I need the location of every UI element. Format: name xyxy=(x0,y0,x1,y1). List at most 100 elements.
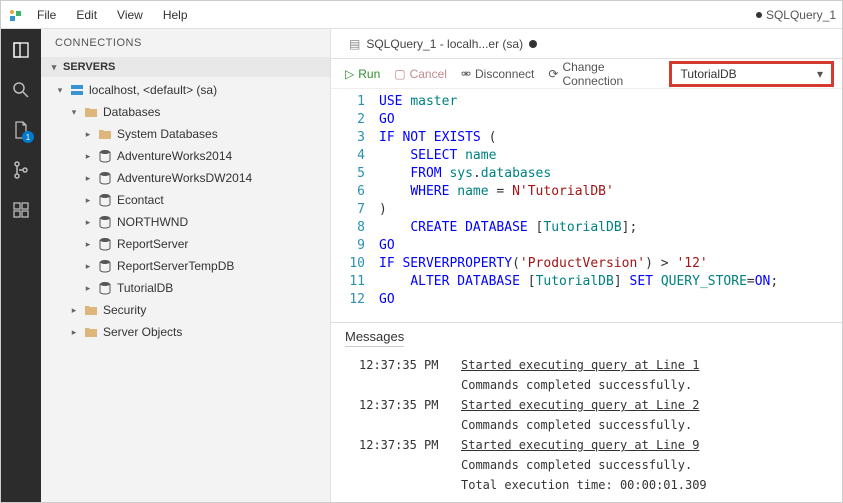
database-label: Econtact xyxy=(117,193,164,207)
activity-search-icon[interactable] xyxy=(10,79,32,101)
query-toolbar: ▷ Run ▢ Cancel ⚮ Disconnect ⟳ Change Con… xyxy=(331,59,842,89)
database-icon xyxy=(97,258,113,274)
databases-folder[interactable]: ▾ Databases xyxy=(41,101,330,123)
server-icon xyxy=(69,82,85,98)
change-connection-label: Change Connection xyxy=(562,60,655,88)
chevron-right-icon: ▸ xyxy=(83,283,93,293)
editor-area: ▤ SQLQuery_1 - localh...er (sa) ▷ Run ▢ … xyxy=(331,29,842,502)
chevron-right-icon: ▸ xyxy=(69,327,79,337)
sql-file-icon: ▤ xyxy=(349,37,360,51)
database-node[interactable]: ▸ AdventureWorks2014 xyxy=(41,145,330,167)
line-gutter: 123456789101112 xyxy=(331,89,379,322)
titlebar: File Edit View Help SQLQuery_1 xyxy=(1,1,842,29)
database-selected: TutorialDB xyxy=(680,67,736,81)
titlebar-doc-label: SQLQuery_1 xyxy=(756,8,836,22)
menu-edit[interactable]: Edit xyxy=(68,6,105,24)
message-time: 12:37:35 PM xyxy=(359,395,443,415)
message-time xyxy=(359,415,443,435)
activity-source-control-icon[interactable] xyxy=(10,159,32,181)
server-objects-folder[interactable]: ▸ Server Objects xyxy=(41,321,330,343)
database-icon xyxy=(97,280,113,296)
database-node[interactable]: ▸ReportServer xyxy=(41,233,330,255)
menu-file[interactable]: File xyxy=(29,6,64,24)
chevron-down-icon: ▾ xyxy=(49,62,59,72)
database-node[interactable]: ▸AdventureWorksDW2014 xyxy=(41,167,330,189)
play-icon: ▷ xyxy=(345,67,354,81)
cancel-label: Cancel xyxy=(410,67,447,81)
run-button[interactable]: ▷ Run xyxy=(339,65,386,83)
message-time xyxy=(359,475,443,495)
servers-header[interactable]: ▾ SERVERS xyxy=(41,57,330,77)
run-label: Run xyxy=(358,67,380,81)
code-editor[interactable]: 123456789101112 USE master GO IF NOT EXI… xyxy=(331,89,842,322)
message-text: Commands completed successfully. xyxy=(461,375,692,395)
message-time xyxy=(359,375,443,395)
folder-icon xyxy=(83,104,99,120)
database-node[interactable]: ▸ ReportServerTempDB xyxy=(41,255,330,277)
chevron-down-icon: ▾ xyxy=(55,85,65,95)
database-label: ReportServerTempDB xyxy=(117,259,234,273)
server-label: localhost, <default> (sa) xyxy=(89,83,217,97)
database-selector[interactable]: TutorialDB ▾ xyxy=(669,61,834,87)
activity-servers-icon[interactable] xyxy=(10,39,32,61)
message-row: 12:37:35 PMStarted executing query at Li… xyxy=(359,355,828,375)
chevron-right-icon: ▸ xyxy=(83,217,93,227)
messages-panel: Messages 12:37:35 PM Started executing qu… xyxy=(331,322,842,502)
chevron-down-icon: ▾ xyxy=(817,67,823,81)
message-link[interactable]: Started executing query at Line 2 xyxy=(461,395,699,415)
sidebar: CONNECTIONS ▾ SERVERS ▾ localhost, <defa… xyxy=(41,29,331,502)
chevron-down-icon: ▾ xyxy=(69,107,79,117)
cancel-button[interactable]: ▢ Cancel xyxy=(388,65,453,83)
chevron-right-icon: ▸ xyxy=(83,261,93,271)
security-label: Security xyxy=(103,303,146,317)
database-label: AdventureWorks2014 xyxy=(117,149,232,163)
database-node[interactable]: ▸ Econtact xyxy=(41,189,330,211)
message-row: Total execution time: 00:00:01.309 xyxy=(359,475,828,495)
message-time xyxy=(359,455,443,475)
database-icon xyxy=(97,236,113,252)
server-objects-label: Server Objects xyxy=(103,325,182,339)
disconnect-button[interactable]: ⚮ Disconnect xyxy=(455,65,540,83)
databases-label: Databases xyxy=(103,105,160,119)
message-link[interactable]: Started executing query at Line 9 xyxy=(461,435,699,455)
chevron-right-icon: ▸ xyxy=(83,151,93,161)
connection-tree: ▾ localhost, <default> (sa) ▾ Databases … xyxy=(41,77,330,502)
chevron-right-icon: ▸ xyxy=(69,305,79,315)
titlebar-filename: SQLQuery_1 xyxy=(766,8,836,22)
security-folder[interactable]: ▸ Security xyxy=(41,299,330,321)
message-text: Total execution time: 00:00:01.309 xyxy=(461,475,707,495)
activity-extensions-icon[interactable] xyxy=(10,199,32,221)
message-link[interactable]: Started executing query at Line 1 xyxy=(461,355,699,375)
folder-icon xyxy=(83,302,99,318)
dirty-dot-icon xyxy=(529,40,537,48)
message-row: 12:37:35 PM Started executing query at Li… xyxy=(359,395,828,415)
editor-tab[interactable]: ▤ SQLQuery_1 - localh...er (sa) xyxy=(339,29,547,58)
menu-view[interactable]: View xyxy=(109,6,151,24)
stop-icon: ▢ xyxy=(394,67,405,81)
database-icon xyxy=(97,148,113,164)
database-node[interactable]: ▸TutorialDB xyxy=(41,277,330,299)
database-icon xyxy=(97,214,113,230)
activity-file-icon[interactable]: 1 xyxy=(10,119,32,141)
chevron-right-icon: ▸ xyxy=(83,239,93,249)
code-content[interactable]: USE master GO IF NOT EXISTS ( SELECT nam… xyxy=(379,89,778,322)
message-time: 12:37:35 PM xyxy=(359,435,443,455)
change-connection-button[interactable]: ⟳ Change Connection xyxy=(542,58,661,90)
database-label: System Databases xyxy=(117,127,218,141)
activity-bar: 1 xyxy=(1,29,41,502)
database-label: NORTHWND xyxy=(117,215,188,229)
database-node[interactable]: ▸ NORTHWND xyxy=(41,211,330,233)
system-databases-folder[interactable]: ▸System Databases xyxy=(41,123,330,145)
tab-bar: ▤ SQLQuery_1 - localh...er (sa) xyxy=(331,29,842,59)
app-icon xyxy=(7,6,25,24)
folder-icon xyxy=(83,324,99,340)
message-text: Commands completed successfully. xyxy=(461,415,692,435)
folder-icon xyxy=(97,126,113,142)
menu-help[interactable]: Help xyxy=(155,6,196,24)
tab-label: SQLQuery_1 - localh...er (sa) xyxy=(366,37,523,51)
activity-badge: 1 xyxy=(22,131,34,143)
server-node[interactable]: ▾ localhost, <default> (sa) xyxy=(41,79,330,101)
messages-title: Messages xyxy=(345,329,404,347)
message-row: Commands completed successfully. xyxy=(359,375,828,395)
chevron-right-icon: ▸ xyxy=(83,195,93,205)
